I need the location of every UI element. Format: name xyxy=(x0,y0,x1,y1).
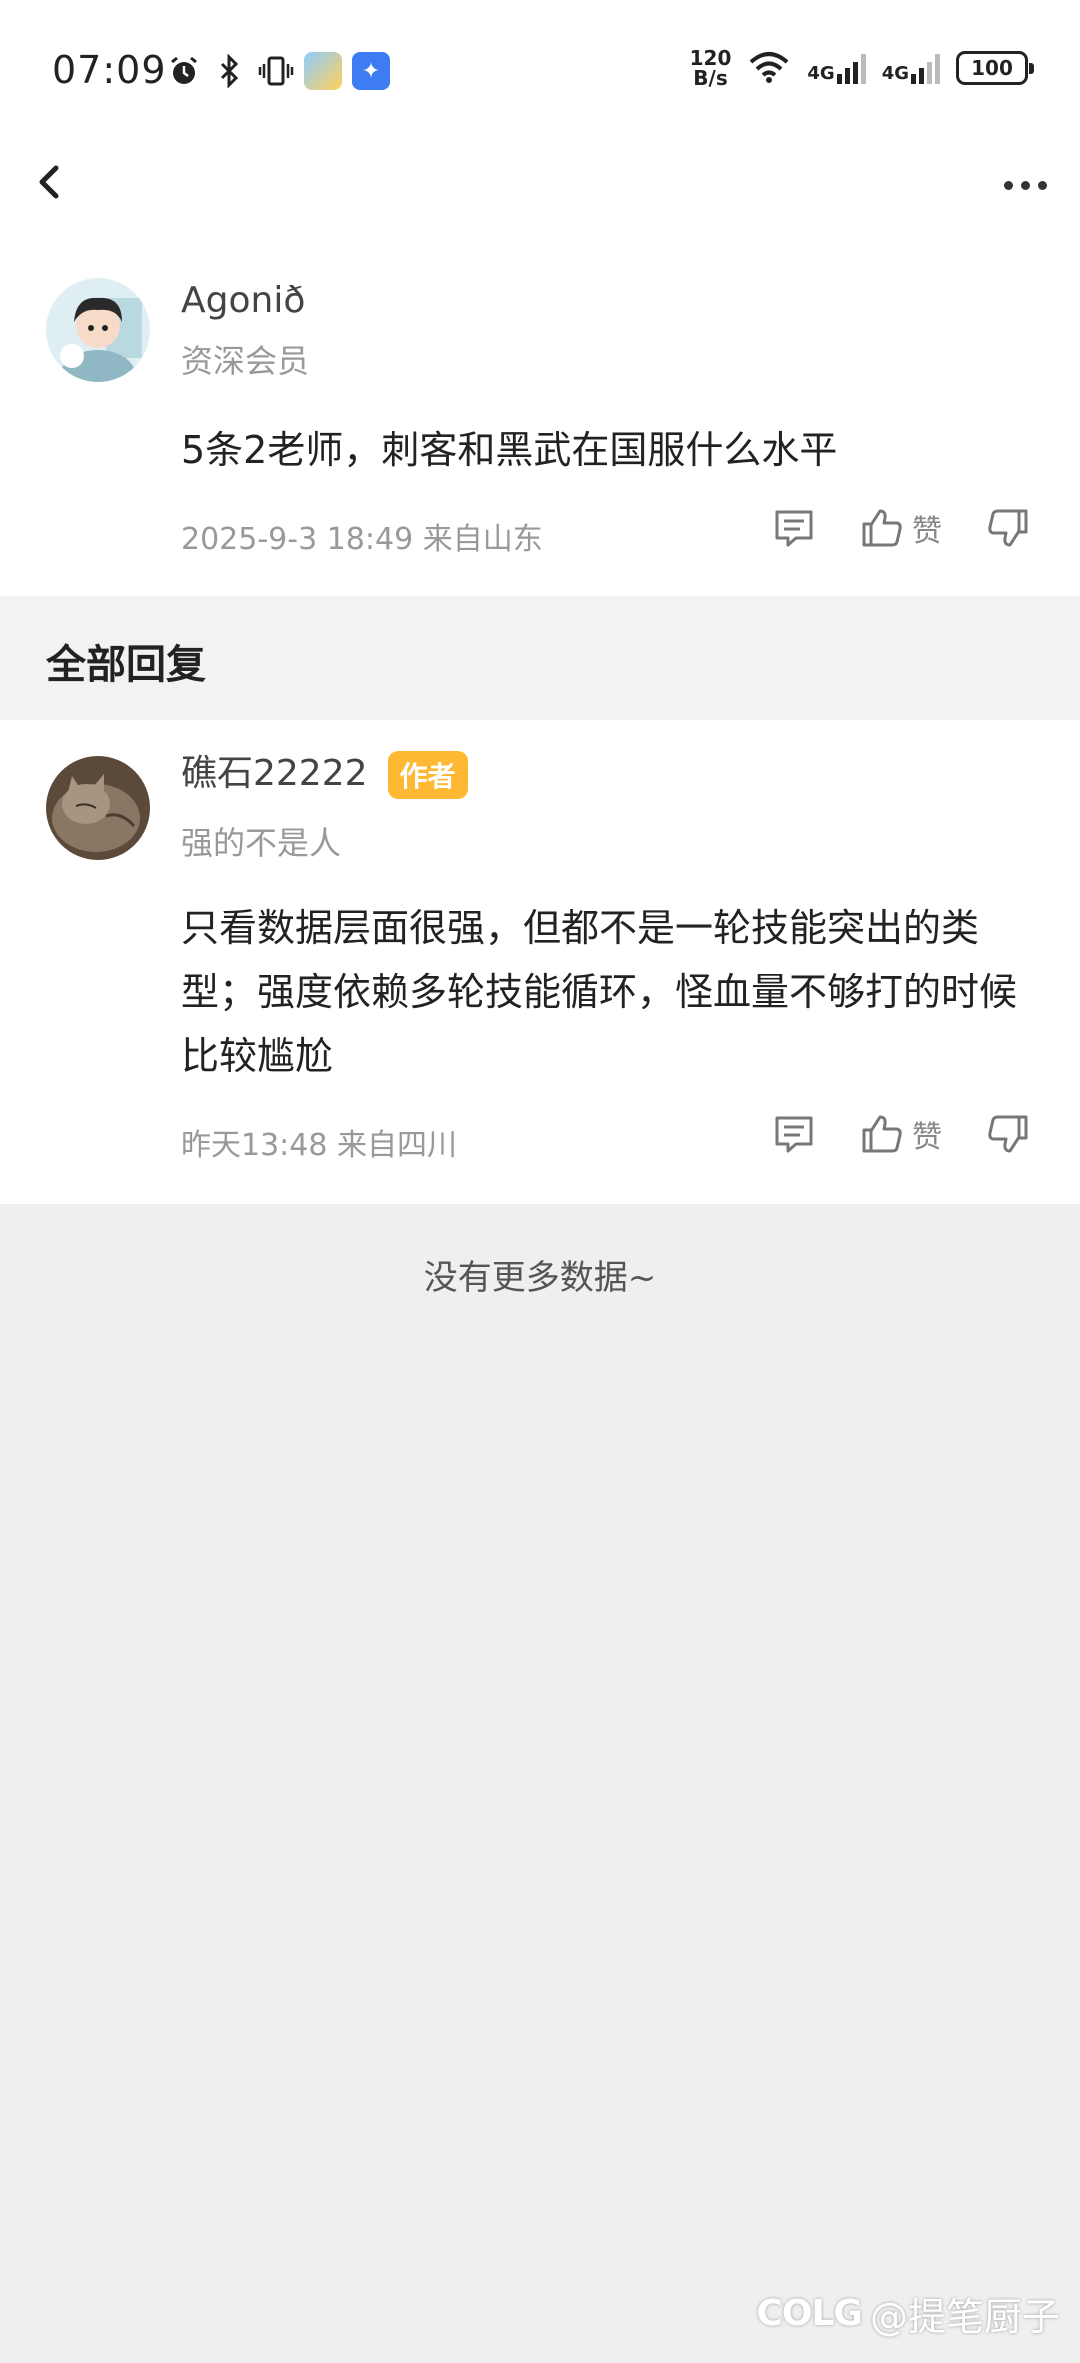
watermark-text: @提笔厨子 xyxy=(869,2295,1060,2339)
notification-app-icon: ✦ xyxy=(352,52,390,90)
status-bar: 07:09 ✦ 120 B/s 4G 4G 100 xyxy=(0,0,1080,140)
like-button[interactable]: 赞 xyxy=(860,506,942,550)
page: 07:09 ✦ 120 B/s 4G 4G 100 Agonið 资深会员 5条… xyxy=(0,0,1080,2363)
status-right-icons: 120 B/s 4G 4G 100 xyxy=(690,48,1034,88)
back-button[interactable] xyxy=(30,158,70,208)
post-actions: 赞 xyxy=(728,506,1030,550)
status-time: 07:09 xyxy=(52,48,167,92)
speed-unit: B/s xyxy=(693,66,728,90)
comment-icon xyxy=(775,1116,813,1153)
reply-username-row: 礁石22222 作者 xyxy=(181,744,468,799)
weather-app-icon xyxy=(304,52,342,90)
reply-dislike-button[interactable] xyxy=(986,1112,1030,1156)
dislike-button[interactable] xyxy=(986,506,1030,550)
signal-2-label: 4G xyxy=(881,63,909,84)
original-post: Agonið 资深会员 5条2老师，刺客和黑武在国服什么水平 2025-9-3 … xyxy=(0,260,1080,596)
reply-username[interactable]: 礁石22222 xyxy=(181,753,368,794)
post-meta: 2025-9-3 18:49 来自山东 xyxy=(181,522,543,557)
top-nav xyxy=(0,140,1080,260)
reply-actions: 赞 xyxy=(728,1112,1030,1156)
more-icon xyxy=(1004,180,1013,190)
wifi-icon xyxy=(747,48,791,88)
signal-2: 4G xyxy=(882,52,940,84)
watermark: COLG @提笔厨子 xyxy=(756,2286,1060,2341)
post-content: 5条2老师，刺客和黑武在国服什么水平 xyxy=(181,428,838,472)
comment-button[interactable] xyxy=(772,506,816,550)
thumbs-up-icon xyxy=(862,509,902,547)
alarm-icon xyxy=(166,53,202,89)
more-button[interactable] xyxy=(1004,170,1054,200)
vibrate-icon xyxy=(258,53,294,89)
reply-like-label: 赞 xyxy=(912,1120,942,1155)
post-user-title: 资深会员 xyxy=(181,342,310,380)
reply-user-title: 强的不是人 xyxy=(181,824,342,862)
reply-content: 只看数据层面很强，但都不是一轮技能突出的类型；强度依赖多轮技能循环，怪血量不够打… xyxy=(181,906,1018,1078)
comment-icon xyxy=(775,510,813,547)
no-more-data: 没有更多数据~ xyxy=(423,1258,657,1298)
reply-meta: 昨天13:48 来自四川 xyxy=(181,1128,457,1163)
reply-item: 礁石22222 作者 强的不是人 只看数据层面很强，但都不是一轮技能突出的类型；强… xyxy=(0,720,1080,1204)
thumbs-down-icon xyxy=(988,1115,1028,1153)
reply-avatar[interactable] xyxy=(46,756,150,860)
status-left-icons: ✦ xyxy=(166,52,390,90)
watermark-logo: COLG xyxy=(756,2293,863,2334)
signal-1: 4G xyxy=(807,52,866,84)
reply-comment-button[interactable] xyxy=(772,1112,816,1156)
post-username[interactable]: Agonið xyxy=(181,280,305,321)
like-label: 赞 xyxy=(912,514,942,549)
section-title: 全部回复 xyxy=(46,642,206,688)
bluetooth-icon xyxy=(212,53,248,89)
all-replies-header: 全部回复 xyxy=(0,596,1080,720)
back-icon xyxy=(39,165,59,199)
speed-value: 120 xyxy=(689,46,732,70)
battery-indicator: 100 xyxy=(956,51,1034,85)
signal-1-label: 4G xyxy=(807,63,835,84)
network-speed: 120 B/s xyxy=(690,48,732,88)
author-badge: 作者 xyxy=(387,751,468,799)
thumbs-down-icon xyxy=(988,509,1028,547)
avatar[interactable] xyxy=(46,278,150,382)
thumbs-up-icon xyxy=(862,1115,902,1153)
reply-like-button[interactable]: 赞 xyxy=(860,1112,942,1156)
